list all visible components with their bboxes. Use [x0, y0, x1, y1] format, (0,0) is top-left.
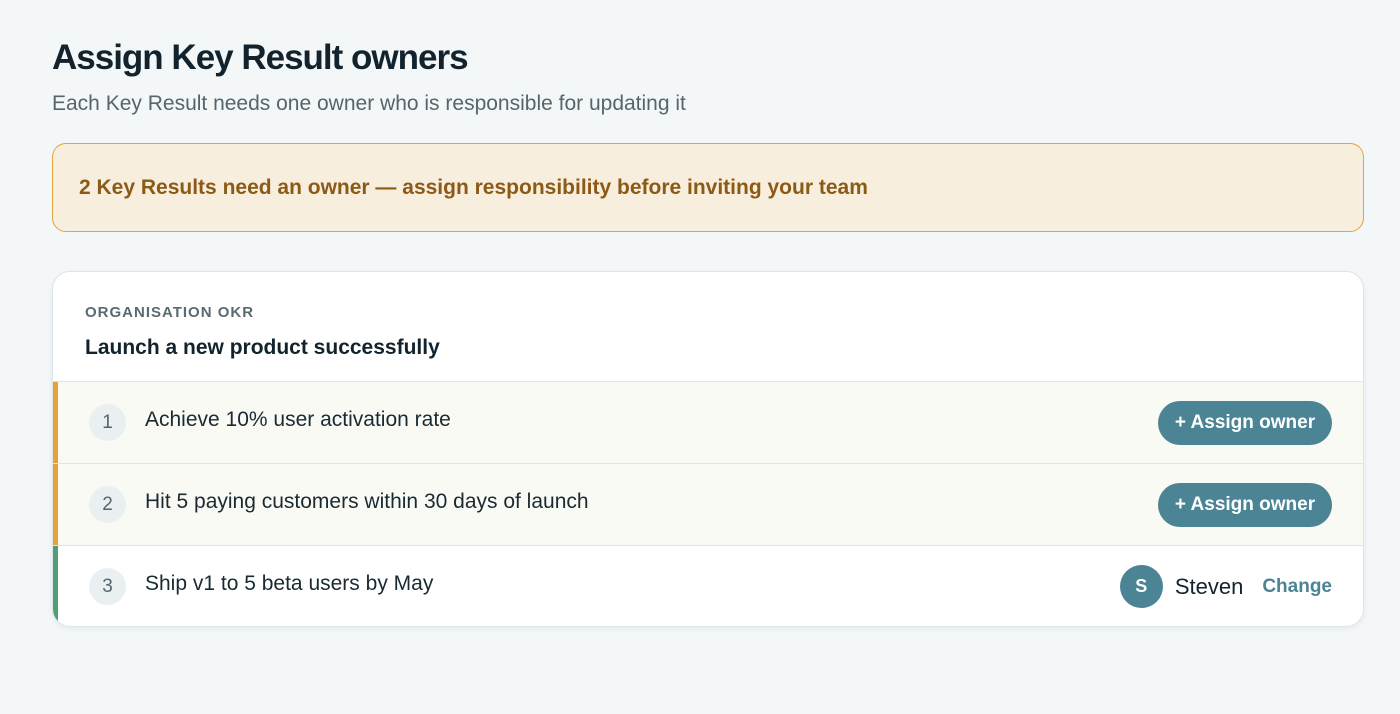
key-result-text: Hit 5 paying customers within 30 days of… [145, 489, 589, 513]
okr-level-label: ORGANISATION OKR [85, 304, 255, 321]
assign-owner-button[interactable]: + Assign owner [1158, 400, 1332, 445]
okr-card: ORGANISATION OKR Launch a new product su… [52, 271, 1364, 627]
assign-owner-button[interactable]: + Assign owner [1158, 482, 1332, 527]
key-result-number: 1 [89, 404, 126, 441]
page-title: Assign Key Result owners [52, 38, 469, 77]
page-subtitle: Each Key Result needs one owner who is r… [52, 92, 686, 115]
key-result-row: 1 Achieve 10% user activation rate + Ass… [53, 382, 1363, 464]
okr-title: Launch a new product successfully [85, 336, 440, 359]
key-result-text: Achieve 10% user activation rate [145, 407, 451, 431]
key-result-number: 3 [89, 568, 126, 605]
unassigned-status-stripe [53, 464, 58, 545]
unassigned-warning-banner: 2 Key Results need an owner — assign res… [52, 143, 1364, 232]
key-result-row: 2 Hit 5 paying customers within 30 days … [53, 464, 1363, 546]
avatar: S [1119, 565, 1163, 608]
assign-owners-page: Assign Key Result owners Each Key Result… [0, 0, 1400, 714]
warning-text: 2 Key Results need an owner — assign res… [79, 175, 868, 199]
okr-card-header: ORGANISATION OKR Launch a new product su… [53, 272, 1363, 382]
change-owner-link[interactable]: Change [1262, 576, 1332, 598]
owner-info: S Steven Change [1119, 565, 1332, 608]
key-result-row: 3 Ship v1 to 5 beta users by May S Steve… [53, 546, 1363, 626]
key-result-number: 2 [89, 486, 126, 523]
owner-name: Steven [1174, 573, 1244, 599]
unassigned-status-stripe [53, 382, 58, 463]
key-result-text: Ship v1 to 5 beta users by May [145, 571, 434, 595]
assigned-status-stripe [53, 546, 58, 626]
